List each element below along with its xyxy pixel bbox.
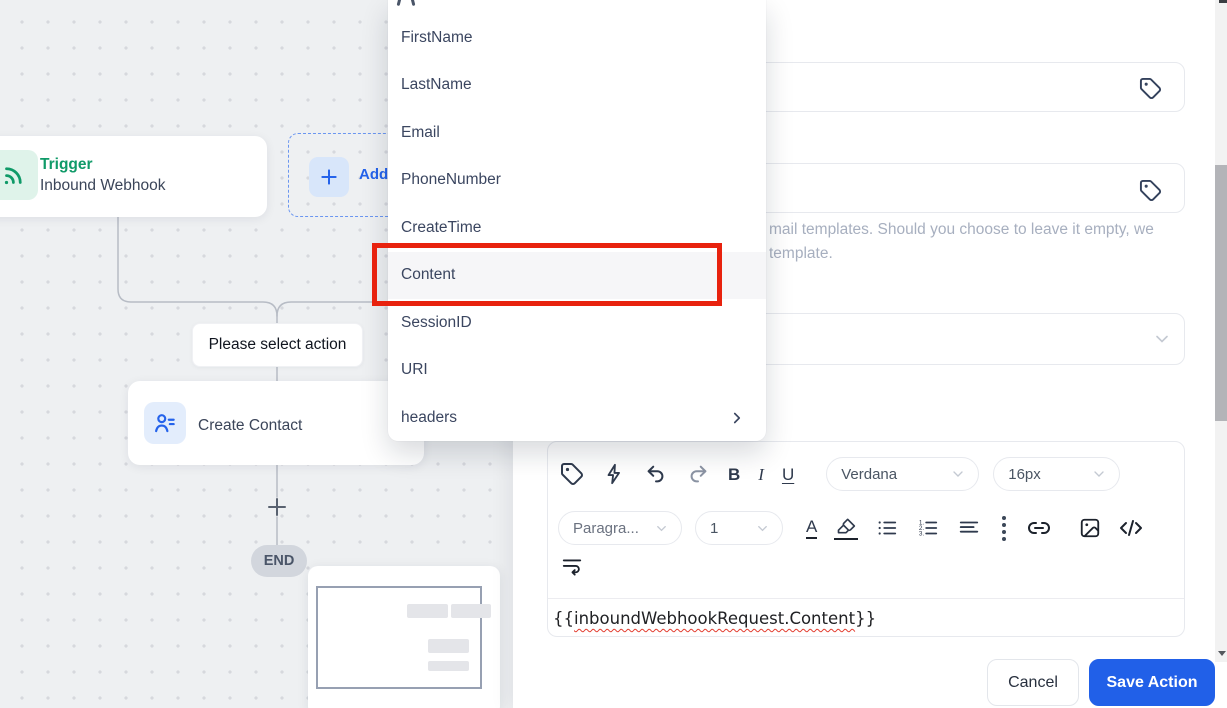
template-open-braces: {{ (553, 609, 574, 628)
clipped-item-fragment (396, 0, 405, 7)
menu-item-label: Email (401, 123, 440, 141)
add-step-label: Add (359, 166, 389, 183)
workflow-builder-screen: Trigger Inbound Webhook Add Please selec… (0, 0, 1227, 708)
chevron-down-icon (657, 525, 666, 531)
editor-content[interactable]: {{inboundWebhookRequest.Content}} (553, 609, 876, 628)
webhook-icon (0, 150, 38, 200)
help-text-line2: template. (769, 245, 833, 262)
end-pill: END (251, 545, 307, 577)
action-prompt-label: Please select action (192, 323, 363, 367)
menu-item-content[interactable]: Content (388, 251, 766, 299)
chevron-down-icon (1152, 329, 1172, 349)
merge-field-dropdown: FirstName LastName Email PhoneNumber Cre… (388, 0, 766, 441)
plus-icon (309, 157, 349, 197)
editor-divider (548, 598, 1184, 599)
text-wrap-icon[interactable] (560, 553, 584, 577)
menu-item-firstname[interactable]: FirstName (388, 14, 766, 62)
align-icon[interactable] (957, 516, 981, 540)
italic-button[interactable]: I (758, 466, 764, 483)
trigger-node-title: Trigger (40, 156, 93, 173)
cancel-button[interactable]: Cancel (987, 659, 1079, 706)
chevron-down-icon (1094, 471, 1104, 477)
paragraph-format-select[interactable]: Paragra... (558, 511, 682, 545)
font-size-value: 16px (1008, 465, 1041, 483)
end-pill-text: END (263, 553, 295, 569)
save-action-button[interactable]: Save Action (1089, 659, 1215, 706)
line-height-select[interactable]: 1 (695, 511, 783, 545)
help-text-line1: mail templates. Should you choose to lea… (769, 221, 1154, 238)
ordered-list-icon[interactable]: 1. 2. 3. (916, 516, 940, 540)
menu-item-headers[interactable]: headers (388, 394, 766, 442)
template-variable: inboundWebhookRequest.Content (574, 609, 856, 628)
contact-person-icon (144, 402, 186, 444)
menu-item-sessionid[interactable]: SessionID (388, 299, 766, 347)
scrollbar-thumb[interactable] (1215, 165, 1227, 421)
highlight-color-button[interactable] (834, 516, 859, 540)
line-height-value: 1 (710, 519, 719, 537)
save-action-button-label: Save Action (1106, 673, 1198, 691)
scrollbar-top-arrow[interactable] (1219, 0, 1227, 3)
template-close-braces: }} (855, 609, 877, 628)
preview-placeholder-bar (451, 604, 491, 618)
redo-icon[interactable] (686, 462, 710, 486)
tag-icon[interactable] (1138, 178, 1162, 202)
preview-placeholder-bar (428, 661, 469, 671)
underline-button[interactable]: U (782, 466, 794, 483)
template-preview-frame (316, 586, 482, 689)
code-icon[interactable] (1119, 516, 1143, 540)
menu-item-label: headers (401, 408, 458, 426)
preview-placeholder-bar (407, 604, 448, 618)
cancel-button-label: Cancel (1008, 673, 1058, 691)
chevron-down-icon (758, 525, 767, 531)
clipped-item-fragment (407, 0, 416, 7)
image-icon[interactable] (1078, 516, 1102, 540)
menu-item-label: FirstName (401, 28, 473, 46)
chevron-right-icon (733, 412, 741, 424)
scrollbar-down-arrow[interactable] (1218, 651, 1226, 656)
preview-placeholder-bar (428, 639, 469, 653)
bold-button[interactable]: B (728, 466, 740, 483)
lightning-icon[interactable] (602, 462, 626, 486)
merge-tag-icon[interactable] (560, 462, 584, 486)
paragraph-format-value: Paragra... (573, 519, 639, 537)
menu-item-label: Content (401, 266, 456, 284)
menu-item-label: SessionID (401, 313, 472, 331)
trigger-node-subtitle: Inbound Webhook (40, 177, 166, 194)
create-contact-label: Create Contact (198, 417, 303, 434)
menu-item-label: CreateTime (401, 218, 482, 236)
bullet-list-icon[interactable] (875, 516, 899, 540)
font-color-button[interactable]: A (806, 518, 818, 539)
menu-item-phonenumber[interactable]: PhoneNumber (388, 157, 766, 205)
more-options-icon[interactable] (998, 516, 1010, 541)
menu-item-label: PhoneNumber (401, 171, 501, 189)
action-prompt-text: Please select action (208, 336, 347, 353)
menu-item-label: URI (401, 361, 428, 379)
undo-icon[interactable] (644, 462, 668, 486)
menu-item-createtime[interactable]: CreateTime (388, 204, 766, 252)
chevron-down-icon (953, 471, 963, 477)
font-family-select[interactable]: Verdana (826, 457, 980, 491)
tag-icon[interactable] (1138, 76, 1162, 100)
menu-item-lastname[interactable]: LastName (388, 62, 766, 110)
menu-item-label: LastName (401, 76, 472, 94)
font-family-value: Verdana (841, 465, 898, 483)
font-size-select[interactable]: 16px (993, 457, 1121, 491)
link-icon[interactable] (1027, 516, 1051, 540)
svg-text:3.: 3. (919, 530, 925, 537)
menu-item-email[interactable]: Email (388, 109, 766, 157)
menu-item-uri[interactable]: URI (388, 347, 766, 395)
